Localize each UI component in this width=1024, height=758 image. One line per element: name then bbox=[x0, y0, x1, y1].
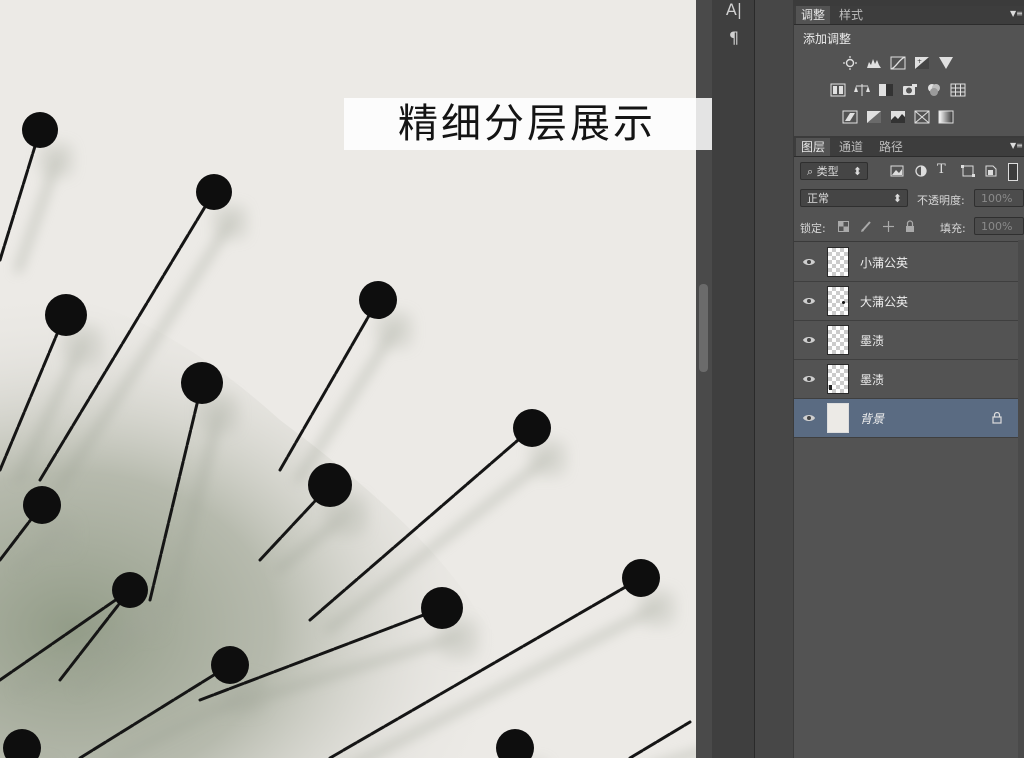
posterize-icon[interactable] bbox=[866, 110, 882, 124]
invert-icon[interactable] bbox=[842, 110, 858, 124]
visibility-eye-icon[interactable] bbox=[802, 294, 816, 308]
lock-position-icon[interactable] bbox=[882, 220, 895, 233]
photo-filter-icon[interactable] bbox=[902, 83, 918, 97]
divider bbox=[794, 241, 1024, 242]
panel-gutter bbox=[755, 0, 793, 758]
thumbnail-mark bbox=[829, 385, 832, 390]
lock-transparent-pixels-icon[interactable] bbox=[838, 221, 849, 232]
layer-filter-select[interactable]: ⌕ 类型 ⬍ bbox=[800, 162, 868, 180]
layer-thumbnail bbox=[827, 364, 849, 394]
layer-row[interactable]: 墨渍 bbox=[794, 360, 1019, 399]
lock-icon bbox=[992, 412, 1002, 424]
document-canvas[interactable]: 精细分层展示 bbox=[0, 0, 696, 758]
tab-layers[interactable]: 图层 bbox=[796, 138, 831, 156]
panel-menu-icon[interactable]: ▼≡ bbox=[1010, 9, 1023, 19]
lock-image-pixels-icon[interactable] bbox=[860, 220, 873, 233]
adjustment-layer-filter-icon[interactable] bbox=[914, 165, 928, 177]
svg-text:+: + bbox=[917, 58, 922, 65]
layer-filter-value: 类型 bbox=[816, 165, 839, 178]
visibility-eye-icon[interactable] bbox=[802, 411, 816, 425]
adjustments-tabs: 调整 样式 ▼≡ bbox=[794, 6, 1024, 25]
lock-label: 锁定: bbox=[800, 222, 826, 235]
layer-thumbnail bbox=[827, 325, 849, 355]
add-adjustment-heading: 添加调整 bbox=[803, 32, 852, 46]
brightness-contrast-icon[interactable] bbox=[842, 56, 858, 70]
character-panel-icon[interactable]: A| bbox=[722, 0, 746, 20]
chevron-updown-icon: ⬍ bbox=[852, 165, 862, 178]
layer-thumbnail bbox=[827, 247, 849, 277]
shape-layer-filter-icon[interactable] bbox=[961, 165, 975, 177]
tab-paths[interactable]: 路径 bbox=[874, 138, 908, 156]
canvas-title-text: 精细分层展示 bbox=[398, 101, 656, 147]
layer-row[interactable]: 墨渍 bbox=[794, 321, 1019, 360]
layer-name[interactable]: 大蒲公英 bbox=[860, 293, 908, 310]
tab-channels[interactable]: 通道 bbox=[834, 138, 868, 156]
chevron-updown-icon: ⬍ bbox=[892, 192, 902, 205]
panel-dock: A| ¶ bbox=[712, 0, 755, 758]
levels-icon[interactable] bbox=[866, 56, 882, 70]
gradient-map-icon[interactable] bbox=[938, 110, 954, 124]
blend-mode-select[interactable]: 正常 ⬍ bbox=[800, 189, 908, 207]
layers-tabs: 图层 通道 路径 ▼≡ bbox=[794, 138, 1024, 157]
vibrance-icon[interactable] bbox=[938, 56, 954, 70]
layer-name[interactable]: 墨渍 bbox=[860, 371, 884, 388]
channel-mixer-icon[interactable] bbox=[926, 83, 942, 97]
layer-name[interactable]: 背景 bbox=[860, 410, 884, 427]
paragraph-panel-icon[interactable]: ¶ bbox=[722, 28, 746, 48]
color-lookup-icon[interactable] bbox=[950, 83, 966, 97]
layer-list: 小蒲公英 大蒲公英 墨渍 墨渍 背景 bbox=[794, 243, 1019, 443]
canvas-scrollbar[interactable] bbox=[696, 0, 714, 758]
threshold-icon[interactable] bbox=[890, 110, 906, 124]
visibility-eye-icon[interactable] bbox=[802, 255, 816, 269]
selective-color-icon[interactable] bbox=[914, 110, 930, 124]
type-layer-filter-icon[interactable]: T bbox=[937, 162, 946, 177]
fill-label: 填充: bbox=[940, 222, 966, 235]
layer-thumbnail bbox=[827, 403, 849, 433]
layers-panel: 图层 通道 路径 ▼≡ ⌕ 类型 ⬍ T 正常 ⬍ 不透明度: 100% 锁定:… bbox=[794, 138, 1024, 758]
lock-all-icon[interactable] bbox=[904, 220, 916, 233]
panel-menu-icon[interactable]: ▼≡ bbox=[1010, 141, 1023, 151]
layer-row-selected[interactable]: 背景 bbox=[794, 399, 1019, 438]
scrollbar-thumb[interactable] bbox=[699, 284, 708, 372]
opacity-field[interactable]: 100% bbox=[974, 189, 1024, 207]
exposure-icon[interactable]: + bbox=[914, 56, 930, 70]
smart-object-filter-icon[interactable] bbox=[984, 164, 998, 178]
layer-name[interactable]: 墨渍 bbox=[860, 332, 884, 349]
layer-name[interactable]: 小蒲公英 bbox=[860, 254, 908, 271]
tab-adjustments[interactable]: 调整 bbox=[796, 6, 831, 24]
curves-icon[interactable] bbox=[890, 56, 906, 70]
layer-row[interactable]: 大蒲公英 bbox=[794, 282, 1019, 321]
filter-toggle-switch[interactable] bbox=[1008, 163, 1018, 181]
layer-row[interactable]: 小蒲公英 bbox=[794, 243, 1019, 282]
opacity-label: 不透明度: bbox=[917, 194, 965, 207]
color-balance-icon[interactable] bbox=[854, 83, 870, 97]
layers-scrollbar[interactable] bbox=[1018, 240, 1024, 758]
adjustments-panel: 调整 样式 ▼≡ 添加调整 + bbox=[794, 6, 1024, 136]
layer-thumbnail bbox=[827, 286, 849, 316]
pixel-layer-filter-icon[interactable] bbox=[890, 165, 904, 177]
blend-mode-value: 正常 bbox=[807, 192, 829, 205]
fill-value: 100% bbox=[981, 220, 1013, 233]
fill-field[interactable]: 100% bbox=[974, 217, 1024, 235]
black-white-icon[interactable] bbox=[878, 83, 894, 97]
thumbnail-mark bbox=[842, 301, 845, 304]
visibility-eye-icon[interactable] bbox=[802, 372, 816, 386]
opacity-value: 100% bbox=[981, 192, 1013, 205]
tab-styles[interactable]: 样式 bbox=[834, 6, 868, 24]
visibility-eye-icon[interactable] bbox=[802, 333, 816, 347]
search-icon: ⌕ bbox=[807, 165, 817, 178]
hue-saturation-icon[interactable] bbox=[830, 83, 846, 97]
